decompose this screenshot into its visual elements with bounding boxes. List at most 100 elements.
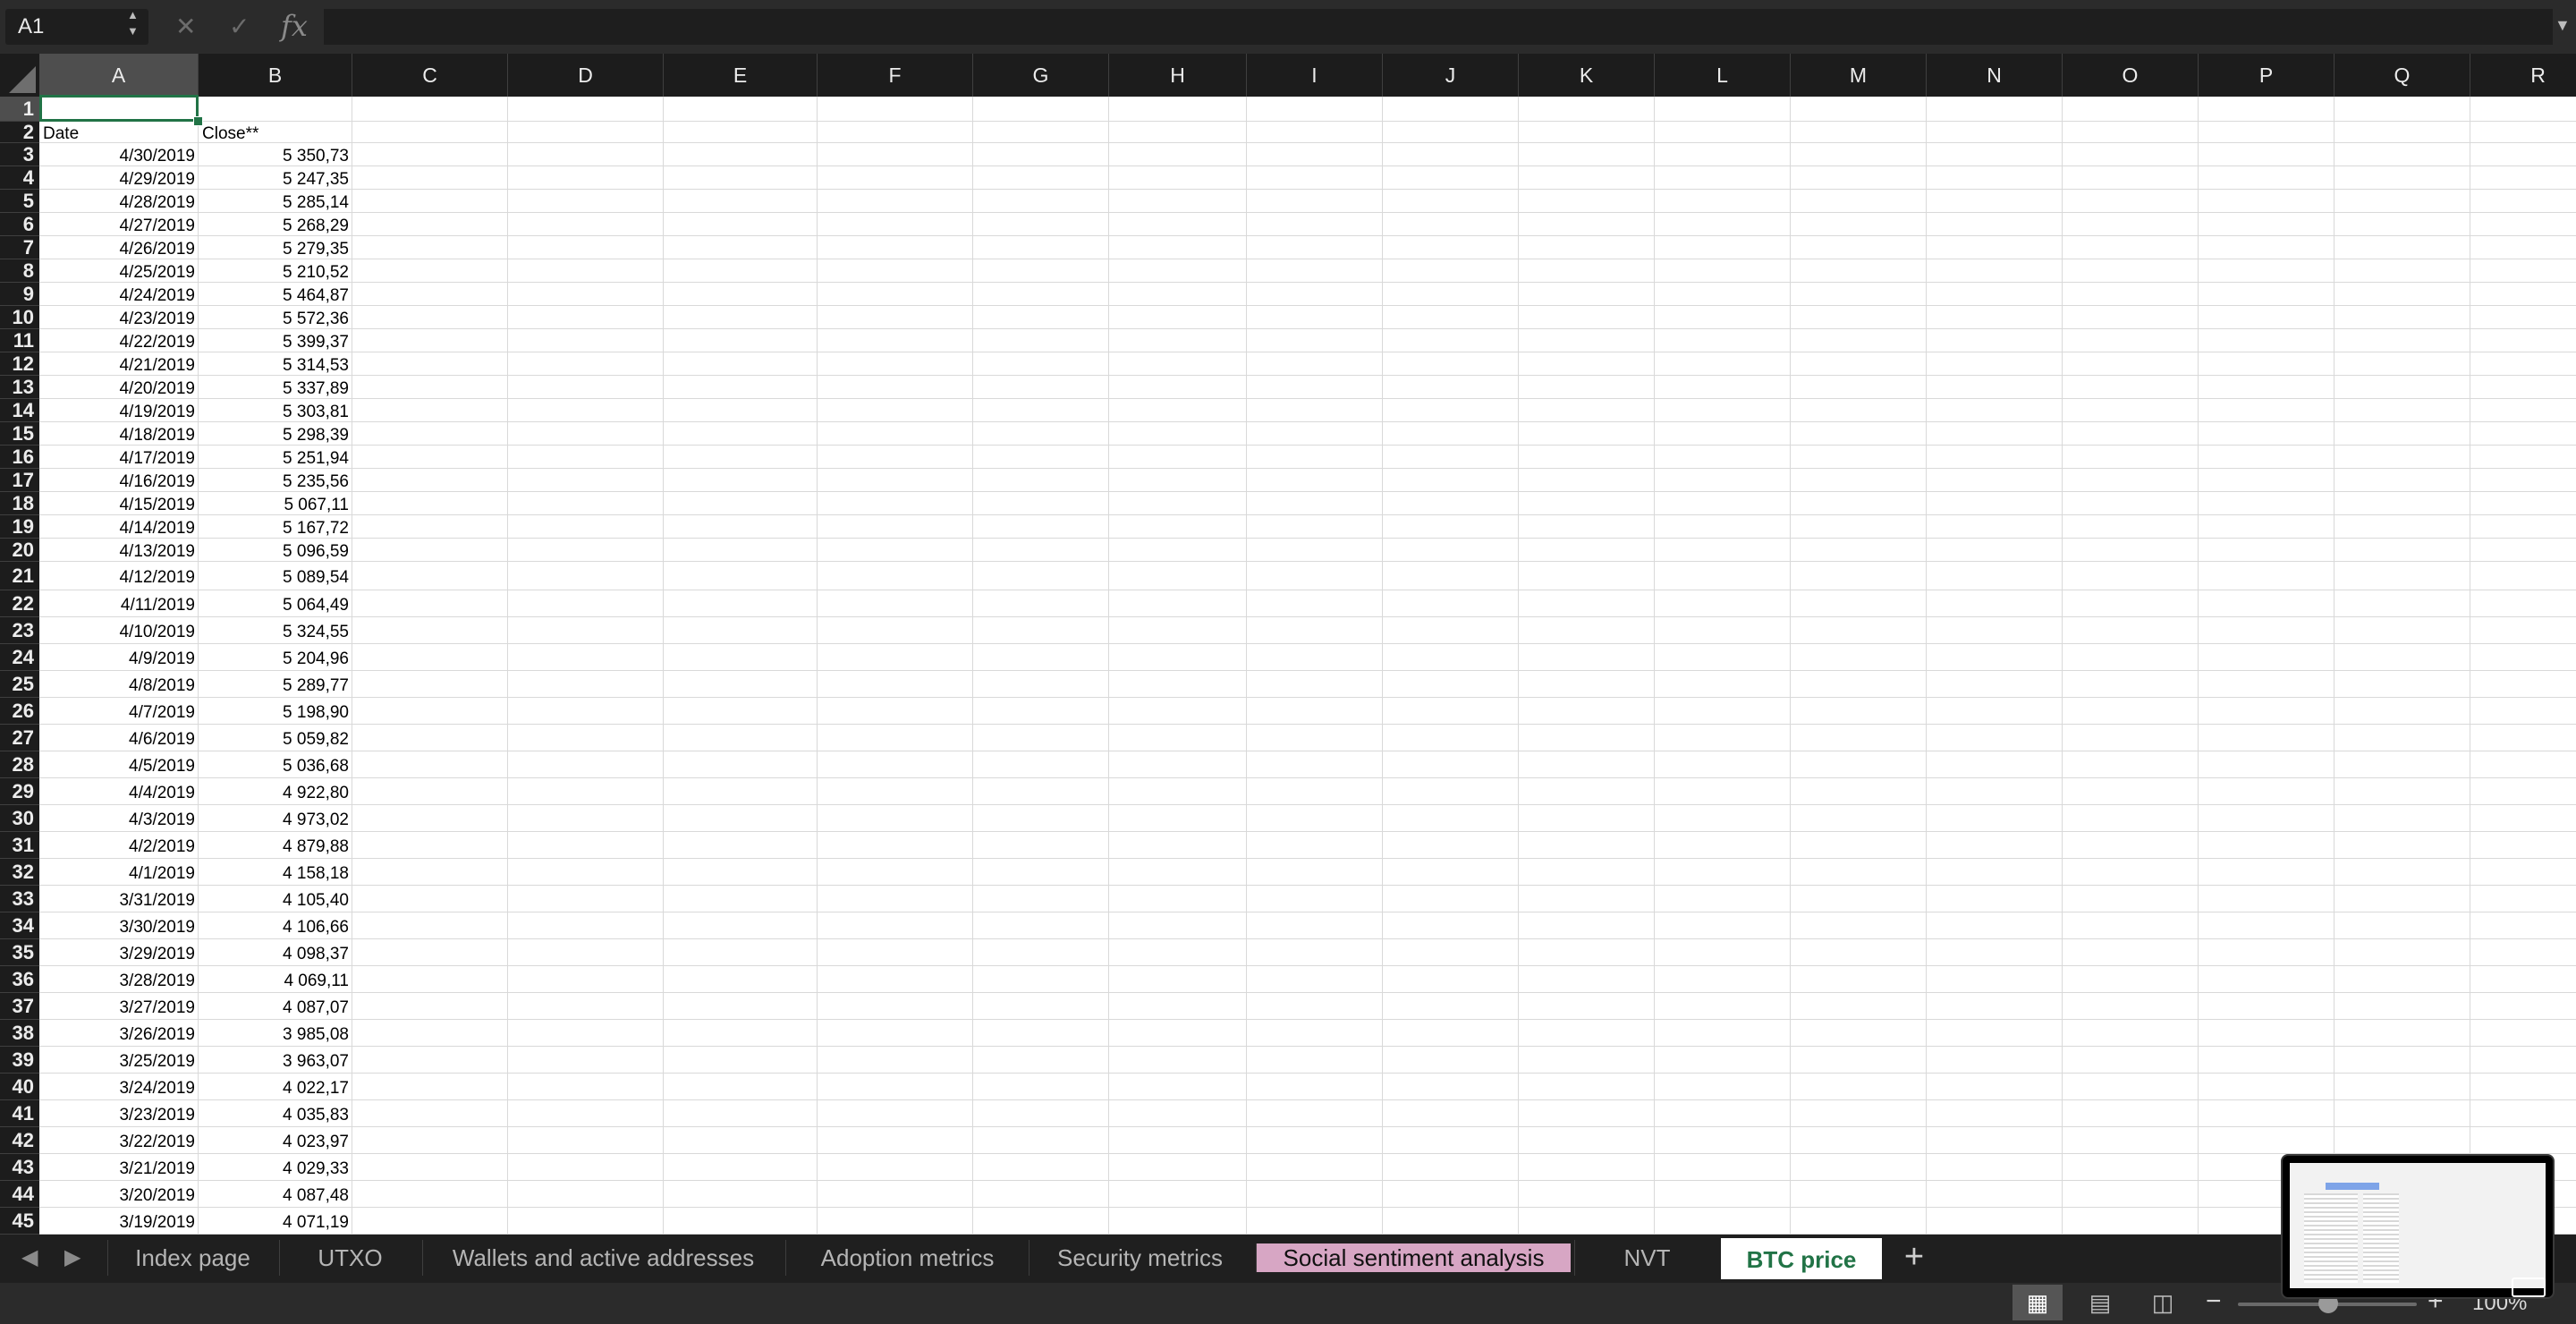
row-header[interactable]: 42 [0, 1127, 39, 1154]
close-price-cell[interactable]: 4 922,80 [199, 778, 352, 805]
row-header[interactable]: 31 [0, 832, 39, 859]
column-header-r[interactable]: R [2470, 54, 2576, 97]
date-cell[interactable]: 4/21/2019 [39, 352, 199, 376]
row-header[interactable]: 10 [0, 306, 39, 329]
row-header[interactable]: 40 [0, 1074, 39, 1100]
close-price-cell[interactable]: 4 879,88 [199, 832, 352, 859]
date-cell[interactable]: 4/30/2019 [39, 143, 199, 166]
close-price-cell[interactable]: 5 036,68 [199, 751, 352, 778]
expand-formula-bar-icon[interactable]: ▼ [2555, 16, 2571, 35]
row-header[interactable]: 28 [0, 751, 39, 778]
name-box-stepper-icon[interactable]: ▲ ▼ [127, 7, 139, 39]
row-header[interactable]: 16 [0, 446, 39, 469]
sheet-tab[interactable]: Index page [107, 1240, 277, 1276]
normal-view-icon[interactable]: ▦ [2012, 1285, 2063, 1320]
close-price-cell[interactable]: 5 289,77 [199, 671, 352, 698]
date-cell[interactable]: 4/8/2019 [39, 671, 199, 698]
date-cell[interactable]: 4/24/2019 [39, 283, 199, 306]
close-price-cell[interactable]: 5 089,54 [199, 562, 352, 590]
column-header-i[interactable]: I [1247, 54, 1383, 97]
date-cell[interactable]: 4/23/2019 [39, 306, 199, 329]
date-cell[interactable]: 4/1/2019 [39, 859, 199, 886]
row-header[interactable]: 14 [0, 399, 39, 422]
close-price-cell[interactable]: 5 198,90 [199, 698, 352, 725]
close-price-cell[interactable]: 4 087,07 [199, 993, 352, 1020]
column-header-h[interactable]: H [1109, 54, 1247, 97]
row-header[interactable]: 4 [0, 166, 39, 190]
close-price-cell[interactable]: 5 298,39 [199, 422, 352, 446]
active-cell-selection[interactable] [39, 95, 199, 122]
close-price-cell[interactable]: 4 098,37 [199, 939, 352, 966]
row-header[interactable]: 30 [0, 805, 39, 832]
date-cell[interactable]: 3/22/2019 [39, 1127, 199, 1154]
date-cell[interactable]: 4/4/2019 [39, 778, 199, 805]
row-header[interactable]: 7 [0, 236, 39, 259]
close-price-cell[interactable]: 5 324,55 [199, 617, 352, 644]
close-price-cell[interactable]: 4 105,40 [199, 886, 352, 912]
date-cell[interactable]: 4/13/2019 [39, 539, 199, 562]
date-cell[interactable]: 4/28/2019 [39, 190, 199, 213]
row-header[interactable]: 21 [0, 562, 39, 590]
date-cell[interactable]: 4/7/2019 [39, 698, 199, 725]
row-header[interactable]: 12 [0, 352, 39, 376]
date-cell[interactable]: 3/21/2019 [39, 1154, 199, 1181]
row-header[interactable]: 27 [0, 725, 39, 751]
date-cell[interactable]: 4/5/2019 [39, 751, 199, 778]
sheet-tab[interactable]: NVT [1574, 1240, 1719, 1276]
close-price-cell[interactable]: 5 064,49 [199, 590, 352, 617]
close-price-cell[interactable]: 5 167,72 [199, 515, 352, 539]
row-header[interactable]: 32 [0, 859, 39, 886]
date-cell[interactable]: 4/14/2019 [39, 515, 199, 539]
close-price-cell[interactable]: 5 350,73 [199, 143, 352, 166]
row-header[interactable]: 34 [0, 912, 39, 939]
column-header-k[interactable]: K [1519, 54, 1655, 97]
row-header[interactable]: 20 [0, 539, 39, 562]
fill-handle[interactable] [193, 116, 203, 126]
date-cell[interactable]: 4/18/2019 [39, 422, 199, 446]
spreadsheet-grid[interactable]: ABCDEFGHIJKLMNOPQR 1 2 3 4 5 6 7 8 9 10 11 12 13 14 15… [0, 54, 2576, 1235]
sheet-tab[interactable]: Adoption metrics [785, 1240, 1029, 1276]
row-header[interactable]: 35 [0, 939, 39, 966]
column-header-j[interactable]: J [1383, 54, 1519, 97]
close-price-cell[interactable]: 5 464,87 [199, 283, 352, 306]
date-cell[interactable]: 3/24/2019 [39, 1074, 199, 1100]
close-price-cell[interactable]: 5 285,14 [199, 190, 352, 213]
close-price-cell[interactable]: 3 963,07 [199, 1047, 352, 1074]
date-cell[interactable]: 4/10/2019 [39, 617, 199, 644]
row-header[interactable]: 44 [0, 1181, 39, 1208]
column-header-m[interactable]: M [1791, 54, 1927, 97]
date-cell[interactable]: 3/30/2019 [39, 912, 199, 939]
date-cell[interactable]: 4/27/2019 [39, 213, 199, 236]
close-price-cell[interactable]: 5 268,29 [199, 213, 352, 236]
page-layout-view-icon[interactable]: ▤ [2075, 1285, 2125, 1320]
close-price-cell[interactable]: 5 572,36 [199, 306, 352, 329]
next-sheet-icon[interactable]: ▶ [64, 1242, 80, 1274]
date-cell[interactable]: 4/22/2019 [39, 329, 199, 352]
column-header-n[interactable]: N [1927, 54, 2063, 97]
cancel-icon[interactable]: ✕ [175, 11, 196, 43]
row-header[interactable]: 5 [0, 190, 39, 213]
close-price-cell[interactable] [199, 97, 352, 122]
row-header[interactable]: 6 [0, 213, 39, 236]
row-header[interactable]: 22 [0, 590, 39, 617]
column-header-b[interactable]: B [199, 54, 352, 97]
sheet-tab[interactable]: Wallets and active addresses [422, 1240, 784, 1276]
row-header[interactable]: 11 [0, 329, 39, 352]
row-header[interactable]: 45 [0, 1208, 39, 1235]
date-cell[interactable]: 4/25/2019 [39, 259, 199, 283]
add-sheet-icon[interactable]: + [1896, 1240, 1932, 1276]
date-cell[interactable]: 4/12/2019 [39, 562, 199, 590]
column-header-c[interactable]: C [352, 54, 508, 97]
select-all-button[interactable] [0, 54, 40, 97]
close-price-cell[interactable]: 5 399,37 [199, 329, 352, 352]
row-header[interactable]: 9 [0, 283, 39, 306]
close-price-cell[interactable]: 5 303,81 [199, 399, 352, 422]
date-cell[interactable]: 4/15/2019 [39, 492, 199, 515]
close-price-cell[interactable]: 4 023,97 [199, 1127, 352, 1154]
insert-function-icon[interactable]: fx [281, 9, 308, 43]
row-header[interactable]: 29 [0, 778, 39, 805]
row-header[interactable]: 39 [0, 1047, 39, 1074]
page-break-view-icon[interactable]: ◫ [2138, 1285, 2188, 1320]
row-header[interactable]: 43 [0, 1154, 39, 1181]
date-cell[interactable]: 3/23/2019 [39, 1100, 199, 1127]
